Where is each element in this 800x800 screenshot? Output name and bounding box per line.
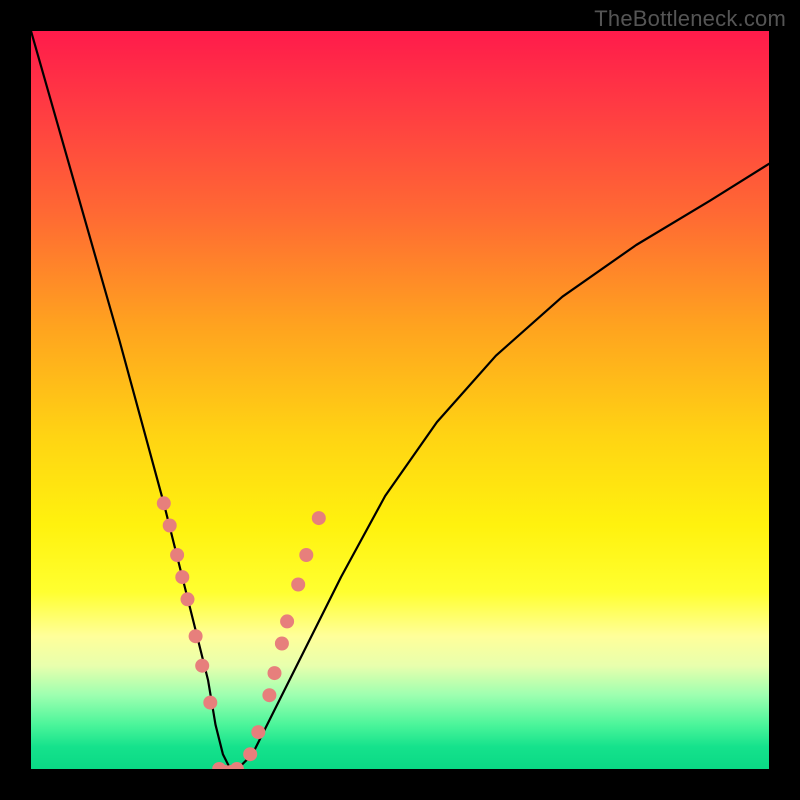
marker-dot-left [189, 629, 203, 643]
watermark-text: TheBottleneck.com [594, 6, 786, 32]
marker-dot-left [195, 659, 209, 673]
marker-dot-right [291, 578, 305, 592]
marker-dot-right [262, 688, 276, 702]
marker-dot-right [275, 637, 289, 651]
marker-dot-left [175, 570, 189, 584]
marker-dot-left [163, 519, 177, 533]
marker-dot-bottom [230, 762, 244, 769]
marker-dot-right [251, 725, 265, 739]
marker-dot-right [243, 747, 257, 761]
marker-dot-right [268, 666, 282, 680]
marker-dot-right [312, 511, 326, 525]
marker-dot-right [280, 614, 294, 628]
bottleneck-curve [31, 31, 769, 769]
marker-dot-left [170, 548, 184, 562]
marker-dot-left [181, 592, 195, 606]
chart-plot-area [31, 31, 769, 769]
marker-dot-left [157, 496, 171, 510]
marker-dot-right [299, 548, 313, 562]
curve-layer [31, 31, 769, 769]
chart-frame: TheBottleneck.com [0, 0, 800, 800]
marker-layer [157, 496, 326, 769]
marker-dot-left [203, 696, 217, 710]
chart-svg [31, 31, 769, 769]
